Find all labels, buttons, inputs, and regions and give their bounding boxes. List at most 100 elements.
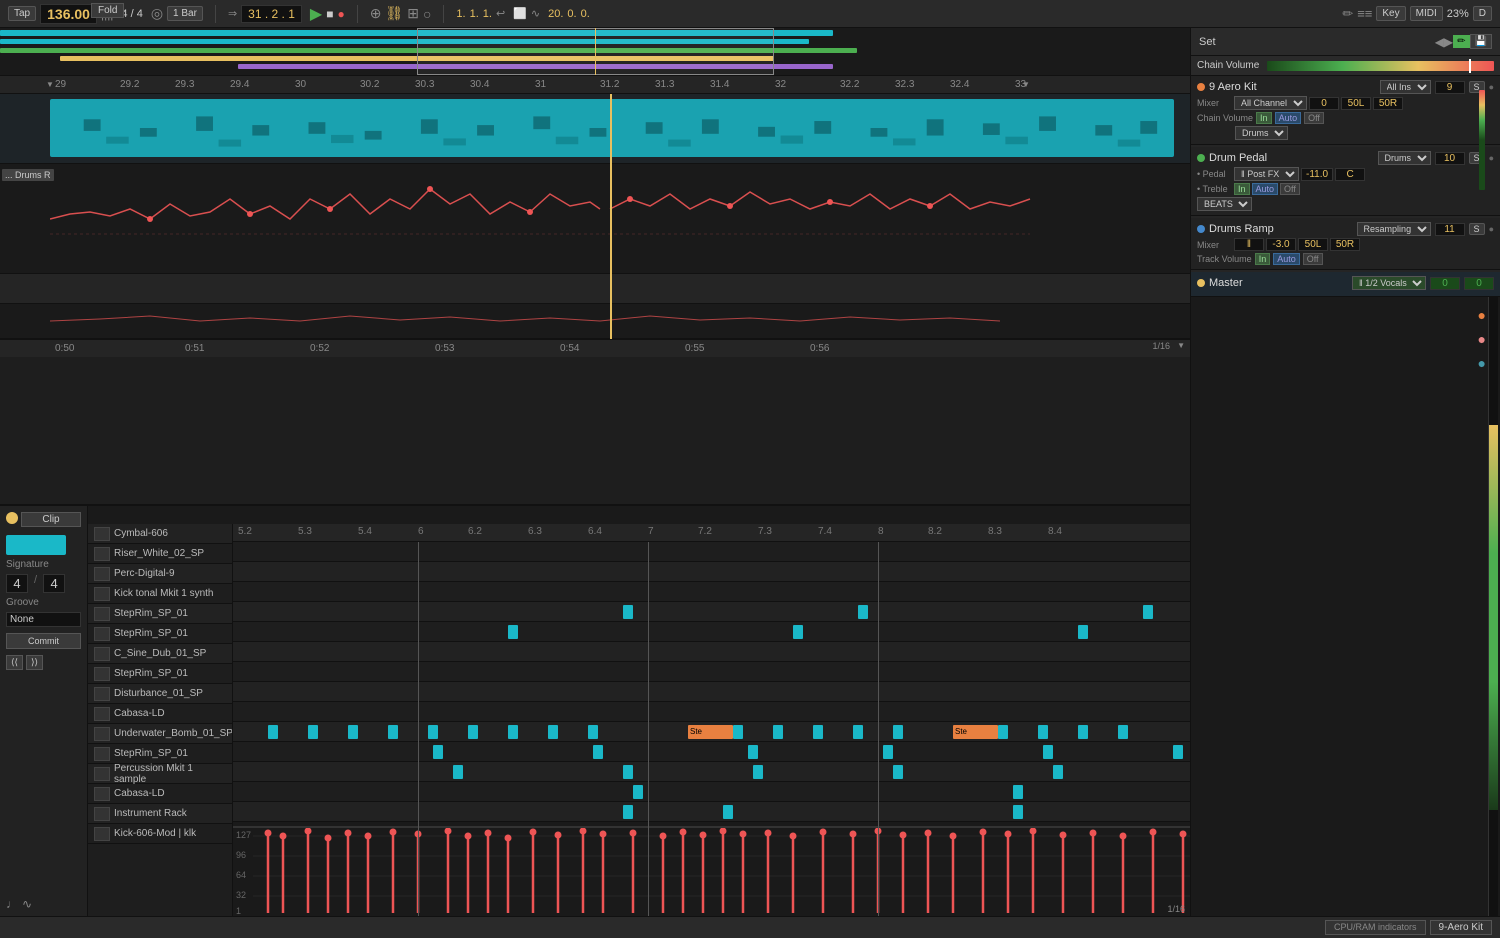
drum-row-10[interactable]: Ste Ste <box>233 722 1190 742</box>
note-14-3[interactable] <box>1013 805 1023 819</box>
drum-row-13[interactable] <box>233 782 1190 802</box>
in-btn-3[interactable]: In <box>1255 253 1271 265</box>
postfx-select[interactable]: ‖ Post FX <box>1234 167 1299 181</box>
note-4-1[interactable] <box>623 605 633 619</box>
drum-pad-kick606[interactable] <box>94 827 110 841</box>
chain-icon[interactable]: ⛓ <box>385 5 403 22</box>
mixer-val-3b[interactable]: ‖ <box>1234 238 1264 251</box>
mixer-val-1c[interactable]: 50L <box>1341 97 1371 110</box>
off-btn-3[interactable]: Off <box>1303 253 1323 265</box>
sig-num[interactable]: 4 <box>6 574 28 593</box>
drum-row-6[interactable] <box>233 642 1190 662</box>
mixer-val-2a[interactable]: 10 <box>1435 152 1465 165</box>
auto-btn-2[interactable]: Auto <box>1252 183 1279 195</box>
drum-pad-percussion[interactable] <box>94 767 110 781</box>
drum-row-7[interactable] <box>233 662 1190 682</box>
note-12-5[interactable] <box>1053 765 1063 779</box>
note-11-6[interactable] <box>1173 745 1183 759</box>
note-5-2[interactable] <box>793 625 803 639</box>
note-11-2[interactable] <box>593 745 603 759</box>
drum-pad-underwater[interactable] <box>94 727 110 741</box>
led-drumpedal[interactable] <box>1197 154 1205 162</box>
clip-color-swatch[interactable] <box>6 535 66 555</box>
drum-row-4[interactable] <box>233 602 1190 622</box>
s-btn-3[interactable]: S <box>1469 223 1485 235</box>
chain-vol-cursor[interactable] <box>1469 59 1471 73</box>
note-10-2[interactable] <box>308 725 318 739</box>
note-10-13[interactable] <box>853 725 863 739</box>
drum-row-3[interactable] <box>233 582 1190 602</box>
key-label[interactable]: Key <box>1376 6 1405 21</box>
next-button[interactable]: ⟩⟩ <box>26 655 43 670</box>
note-10-5[interactable] <box>428 725 438 739</box>
note-ste-2[interactable]: Ste <box>953 725 998 739</box>
prev-button[interactable]: ⟨⟨ <box>6 655 23 670</box>
routing-select-4[interactable]: ‖ 1/2 Vocals <box>1352 276 1426 290</box>
note-10-1[interactable] <box>268 725 278 739</box>
d-label[interactable]: D <box>1473 6 1492 21</box>
drum-pad-instrument-rack[interactable] <box>94 807 110 821</box>
position-display[interactable]: 31 . 2 . 1 <box>241 5 302 23</box>
note-10-11[interactable] <box>773 725 783 739</box>
note-11-3[interactable] <box>748 745 758 759</box>
loop-back-icon[interactable]: ↩ <box>496 7 505 20</box>
led-master[interactable] <box>1197 279 1205 287</box>
pink-dot-icon[interactable]: ● <box>1478 331 1486 347</box>
circle-icon[interactable]: ○ <box>423 6 431 22</box>
type-select-2[interactable]: BEATS <box>1197 197 1252 211</box>
arrangement-view[interactable]: 29 29.2 29.3 29.4 30 30.2 30.3 30.4 31 3… <box>0 76 1190 506</box>
mute-dot-3[interactable]: ● <box>1489 224 1494 234</box>
play-button[interactable]: ▶ <box>310 4 322 24</box>
add-icon[interactable]: ⇒ <box>228 7 237 20</box>
note-10-15[interactable] <box>998 725 1008 739</box>
drum-pad-cymbal[interactable] <box>94 527 110 541</box>
grid-lines-icon[interactable]: ≡≡ <box>1357 6 1372 21</box>
drum-row-12[interactable] <box>233 762 1190 782</box>
drum-pad-csine[interactable] <box>94 647 110 661</box>
midi-label[interactable]: MIDI <box>1410 6 1443 21</box>
mixer-val-4a[interactable]: 0 <box>1430 277 1460 290</box>
drum-row-14[interactable] <box>233 802 1190 822</box>
mute-dot-1[interactable]: ● <box>1489 82 1494 92</box>
note-10-9[interactable] <box>588 725 598 739</box>
note-10-7[interactable] <box>508 725 518 739</box>
monitor-icon[interactable]: ⬜ <box>513 7 527 20</box>
note-14-2[interactable] <box>723 805 733 819</box>
mute-dot-2[interactable]: ● <box>1489 153 1494 163</box>
drum-pad-steprim1[interactable] <box>94 607 110 621</box>
off-btn-2[interactable]: Off <box>1280 183 1300 195</box>
note-10-10[interactable] <box>733 725 743 739</box>
groove-value[interactable]: None <box>6 612 81 627</box>
note-11-4[interactable] <box>883 745 893 759</box>
note-11-5[interactable] <box>1043 745 1053 759</box>
note-14-1[interactable] <box>623 805 633 819</box>
mixer-val-3c[interactable]: -3.0 <box>1266 238 1296 251</box>
clip-tab-button[interactable]: Clip <box>21 512 81 527</box>
note-5-1[interactable] <box>508 625 518 639</box>
orange-dot-icon[interactable]: ● <box>1478 307 1486 323</box>
mixer-val-1a[interactable]: 9 <box>1435 81 1465 94</box>
mixer-val-3d[interactable]: 50L <box>1298 238 1328 251</box>
note-12-1[interactable] <box>453 765 463 779</box>
led-drumsramp[interactable] <box>1197 225 1205 233</box>
drum-row-5[interactable] <box>233 622 1190 642</box>
wave-icon[interactable]: ∿ <box>531 7 540 20</box>
channel-select-1[interactable]: All Channel <box>1234 96 1307 110</box>
drum-row-8[interactable] <box>233 682 1190 702</box>
drum-pad-steprim2[interactable] <box>94 627 110 641</box>
mixer-val-1b[interactable]: 0 <box>1309 97 1339 110</box>
drum-pad-perc[interactable] <box>94 567 110 581</box>
mixer-fwd-btn[interactable]: ▶ <box>1444 35 1453 49</box>
note-icon[interactable]: ♩ <box>6 897 18 911</box>
note-10-8[interactable] <box>548 725 558 739</box>
pencil-icon[interactable]: ✏ <box>1342 6 1353 22</box>
note-10-6[interactable] <box>468 725 478 739</box>
off-btn-1[interactable]: Off <box>1304 112 1324 124</box>
note-13-1[interactable] <box>633 785 643 799</box>
mixer-pencil-btn[interactable]: ✏ <box>1453 35 1469 48</box>
drum-pad-steprim3[interactable] <box>94 667 110 681</box>
auto-btn-1[interactable]: Auto <box>1275 112 1302 124</box>
note-10-17[interactable] <box>1078 725 1088 739</box>
drum-pad-steprim4[interactable] <box>94 747 110 761</box>
led-aerokit[interactable] <box>1197 83 1205 91</box>
